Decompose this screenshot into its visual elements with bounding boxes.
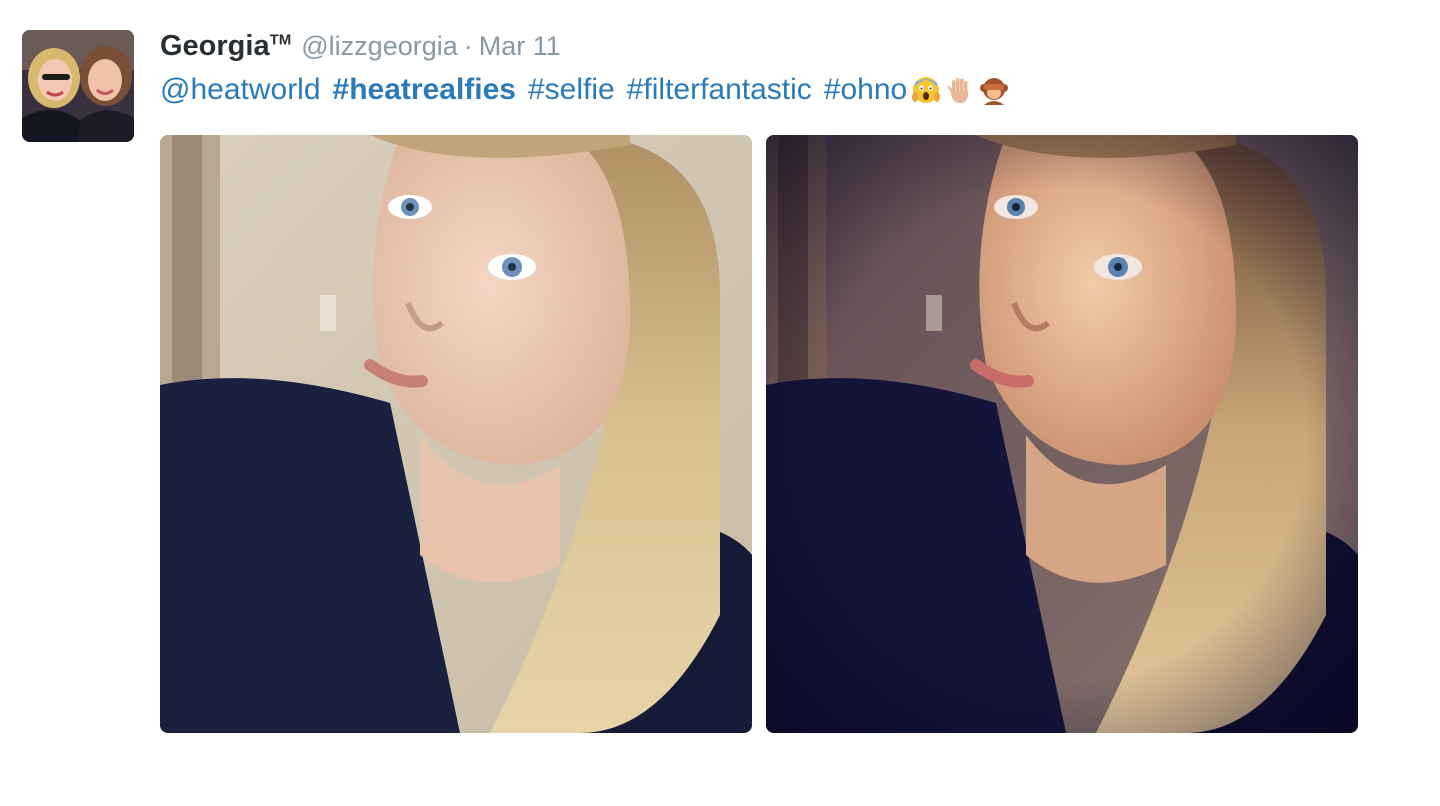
display-name[interactable]: GeorgiaTM [160,30,291,63]
tweet-card: GeorgiaTM @lizzgeorgia · Mar 11 @heatwor… [0,0,1440,806]
separator-dot: · [463,31,473,61]
photo-image [160,135,752,733]
hashtag-link[interactable]: #selfie [528,73,615,107]
screaming-face-emoji [912,77,941,103]
see-no-evil-monkey-emoji [980,78,1009,105]
avatar[interactable] [22,30,134,142]
trademark-mark: TM [269,31,292,49]
tweet-timestamp[interactable]: Mar 11 [479,31,561,62]
raised-hand-emoji [947,78,969,103]
hashtag-link[interactable]: #heatrealfies [333,73,516,107]
selfie-filtered-photo[interactable] [766,135,1358,733]
selfie-unfiltered-photo[interactable] [160,135,752,733]
hashtag-link[interactable]: #filterfantastic [627,73,812,107]
tweet-header: GeorgiaTM @lizzgeorgia · Mar 11 [160,30,561,66]
mention-link[interactable]: @heatworld [160,73,321,107]
user-handle[interactable]: @lizzgeorgia [301,31,457,62]
photo-image [766,135,1358,733]
tweet-text: @heatworld #heatrealfies #selfie #filter… [160,70,1009,110]
hashtag-link[interactable]: #ohno [824,73,907,107]
avatar-image [22,30,134,142]
